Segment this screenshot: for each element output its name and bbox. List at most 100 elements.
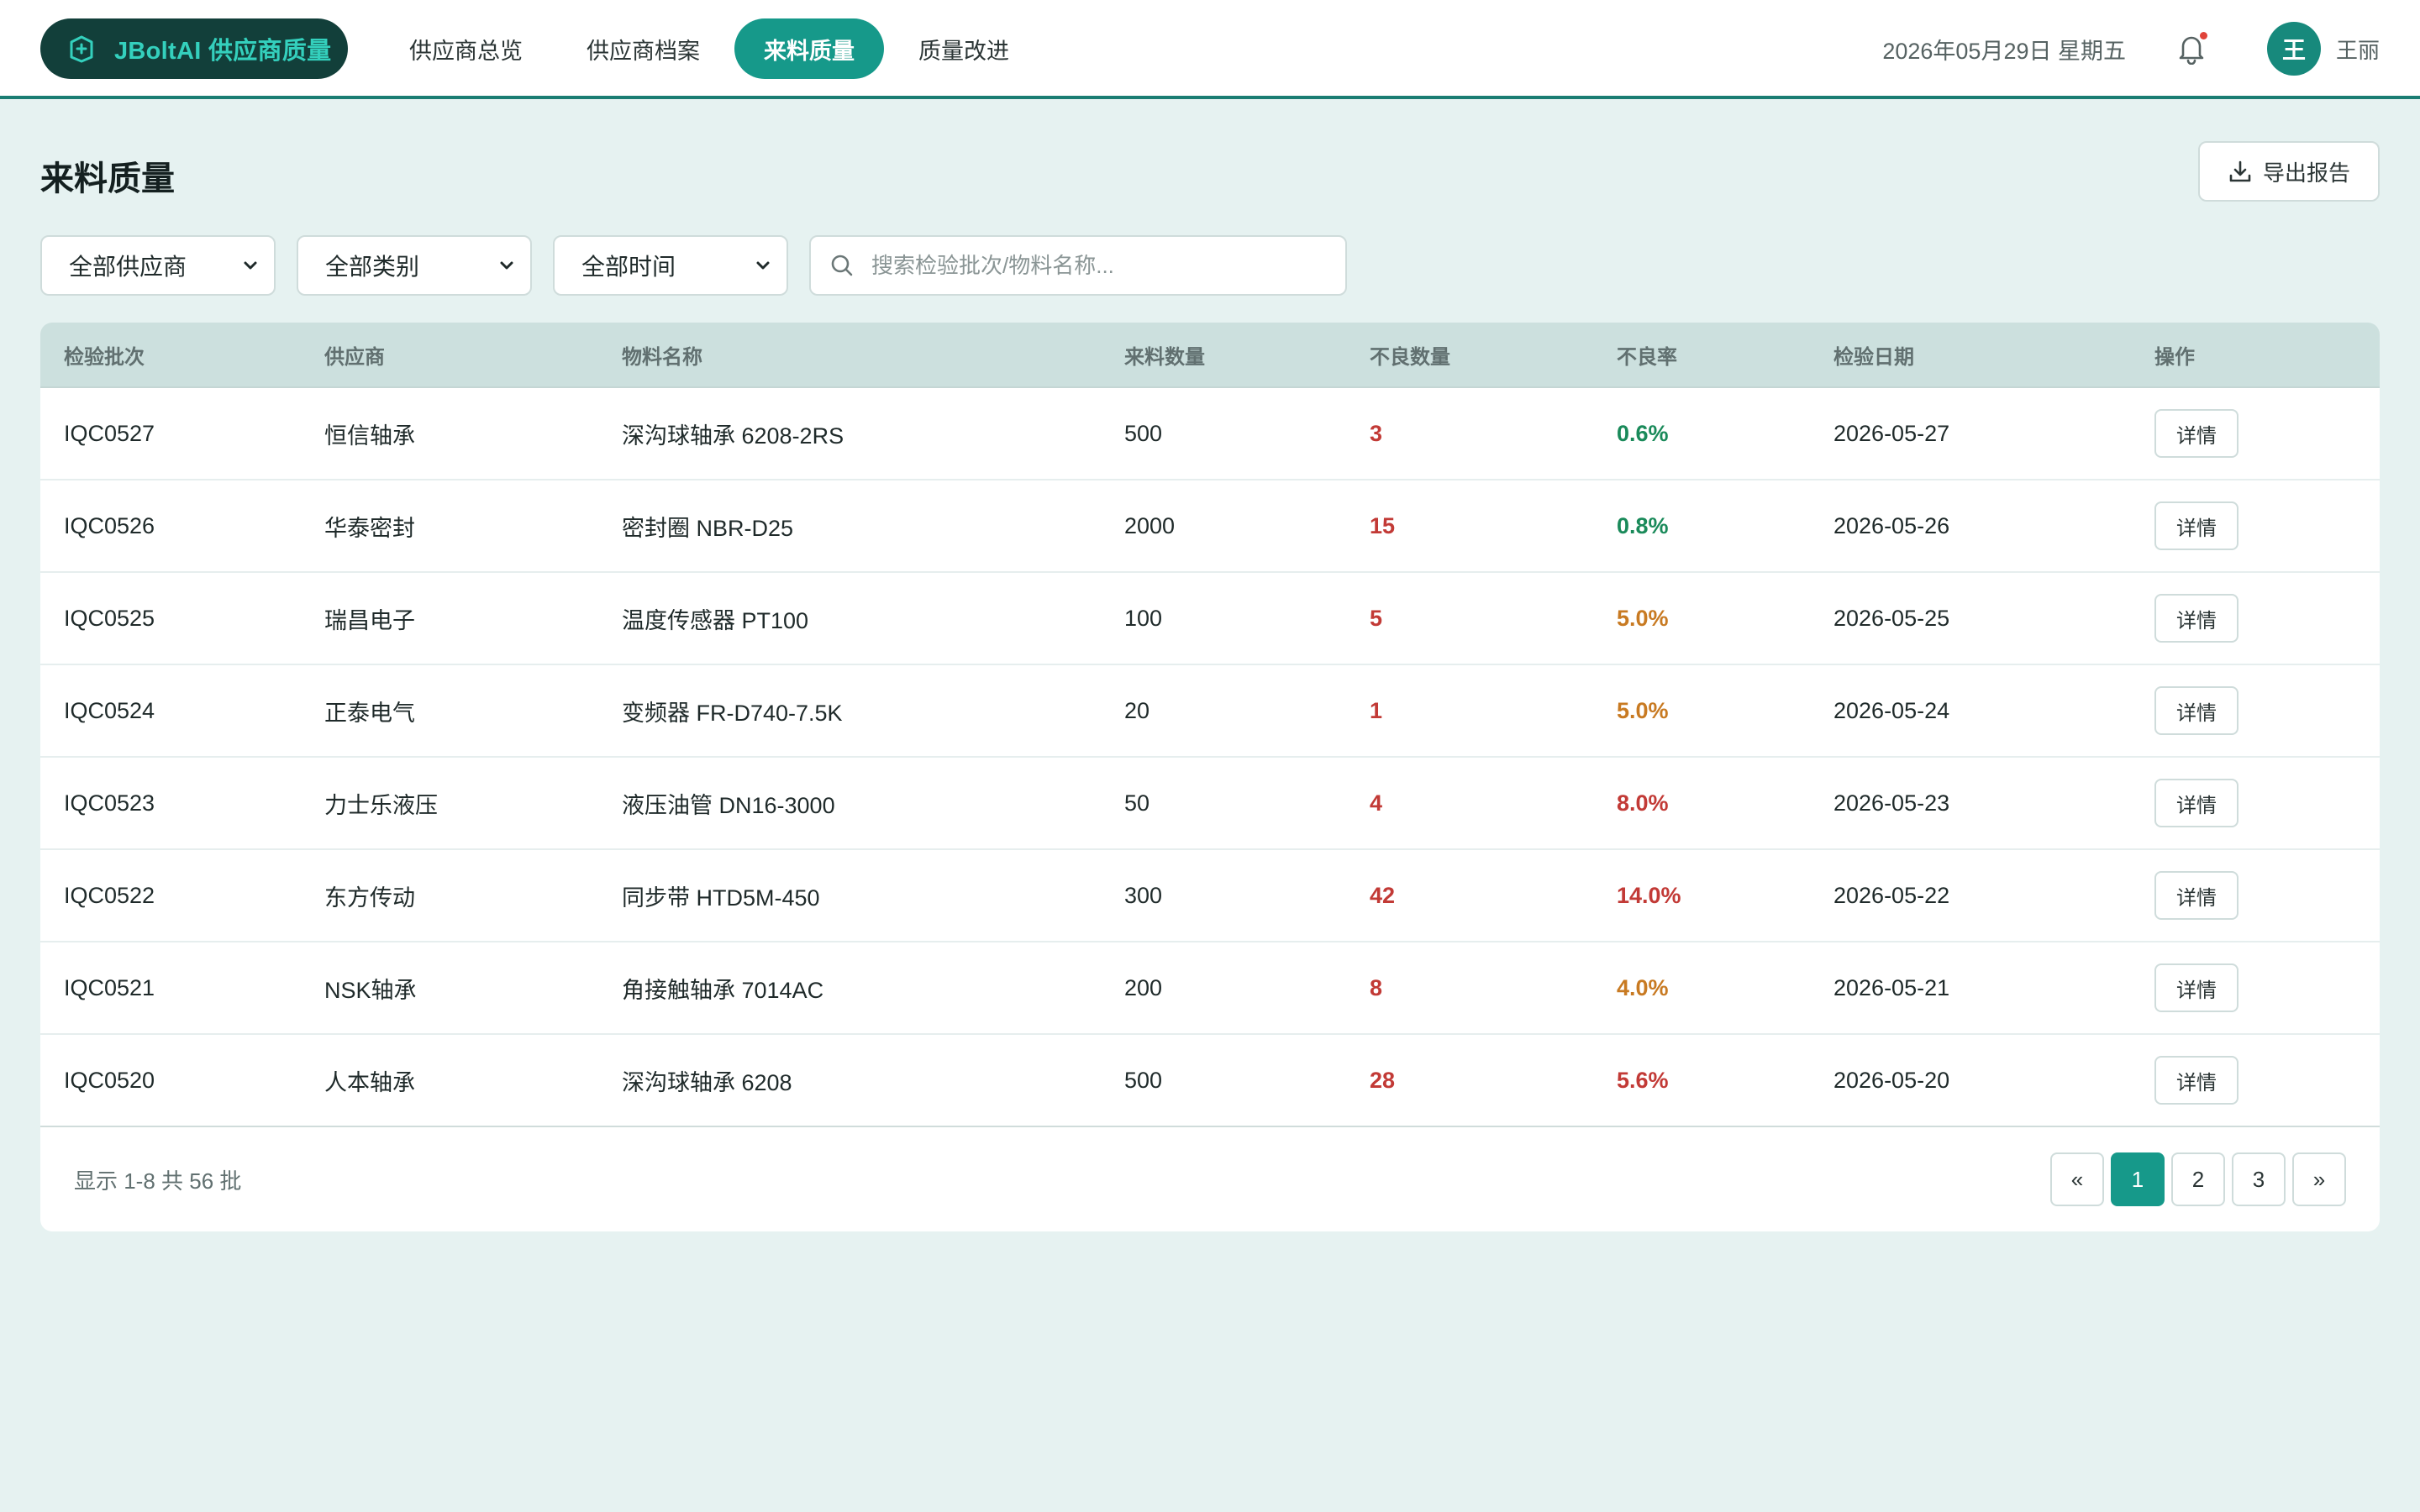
- column-header-batch[interactable]: 检验批次: [64, 340, 145, 370]
- table-row: IQC0527 恒信轴承 深沟球轴承 6208-2RS 500 3 0.6% 2…: [40, 388, 2380, 480]
- column-header-supplier[interactable]: 供应商: [324, 340, 385, 370]
- pagination: « 1 2 3 »: [2044, 1152, 2346, 1206]
- brand-logo[interactable]: JBoltAI 供应商质量: [40, 18, 348, 79]
- detail-button[interactable]: 详情: [2154, 779, 2238, 827]
- cell-defects: 42: [1370, 882, 1396, 908]
- detail-button[interactable]: 详情: [2154, 594, 2238, 643]
- cell-defect-rate: 14.0%: [1617, 882, 1681, 908]
- cell-date: 2026-05-26: [1833, 512, 1950, 538]
- detail-button[interactable]: 详情: [2154, 686, 2238, 735]
- cell-material: 深沟球轴承 6208: [622, 1069, 792, 1095]
- brand-name: JBoltAI 供应商质量: [114, 38, 332, 65]
- table-row: IQC0521 NSK轴承 角接触轴承 7014AC 200 8 4.0% 20…: [40, 942, 2380, 1035]
- cell-date: 2026-05-24: [1833, 697, 1950, 723]
- cell-material: 密封圈 NBR-D25: [622, 515, 794, 541]
- search-input[interactable]: [870, 251, 1323, 280]
- column-header-quantity[interactable]: 来料数量: [1124, 340, 1205, 370]
- cell-material: 变频器 FR-D740-7.5K: [622, 700, 843, 726]
- cell-defect-rate: 0.8%: [1617, 512, 1669, 538]
- cell-material: 温度传感器 PT100: [622, 607, 809, 633]
- notification-button[interactable]: [2173, 30, 2210, 67]
- detail-button[interactable]: 详情: [2154, 871, 2238, 920]
- main-nav: 供应商总览 供应商档案 来料质量 质量改进: [380, 18, 1044, 79]
- cell-defect-rate: 4.0%: [1617, 974, 1669, 1000]
- time-select-value: 全部时间: [581, 254, 676, 280]
- table-row: IQC0523 力士乐液压 液压油管 DN16-3000 50 4 8.0% 2…: [40, 758, 2380, 850]
- supplier-select-value: 全部供应商: [69, 254, 187, 280]
- cell-material: 液压油管 DN16-3000: [622, 792, 835, 818]
- chevron-down-icon: [244, 261, 257, 270]
- nav-item-quality-improvement[interactable]: 质量改进: [889, 18, 1039, 79]
- page-3-button[interactable]: 3: [2232, 1152, 2286, 1206]
- cell-quantity: 300: [1124, 882, 1163, 908]
- detail-button[interactable]: 详情: [2154, 501, 2238, 550]
- current-date: 2026年05月29日 星期五: [1882, 38, 2126, 64]
- cell-defects: 3: [1370, 420, 1383, 446]
- column-header-date[interactable]: 检验日期: [1833, 340, 1914, 370]
- avatar[interactable]: 王: [2266, 22, 2321, 76]
- cell-defects: 8: [1370, 974, 1383, 1000]
- cell-batch: IQC0526: [64, 512, 155, 538]
- cell-supplier: 正泰电气: [324, 700, 415, 726]
- export-report-button[interactable]: 导出报告: [2198, 141, 2380, 202]
- time-select[interactable]: 全部时间: [553, 235, 788, 296]
- chevron-down-icon: [500, 261, 513, 270]
- page-1-button[interactable]: 1: [2111, 1152, 2165, 1206]
- nav-item-supplier-overview[interactable]: 供应商总览: [380, 18, 552, 79]
- page-next-button[interactable]: »: [2292, 1152, 2346, 1206]
- download-icon: [2228, 159, 2253, 184]
- detail-button[interactable]: 详情: [2154, 1056, 2238, 1105]
- cell-supplier: 人本轴承: [324, 1069, 415, 1095]
- cell-supplier: 华泰密封: [324, 515, 415, 541]
- cell-defect-rate: 0.6%: [1617, 420, 1669, 446]
- nav-item-supplier-profiles[interactable]: 供应商档案: [557, 18, 729, 79]
- page-prev-button[interactable]: «: [2050, 1152, 2104, 1206]
- category-select[interactable]: 全部类别: [297, 235, 532, 296]
- search-icon: [831, 255, 853, 276]
- pagination-summary: 显示 1-8 共 56 批: [74, 1168, 242, 1194]
- category-select-value: 全部类别: [325, 254, 420, 280]
- notification-dot: [2199, 32, 2207, 39]
- cell-date: 2026-05-27: [1833, 420, 1950, 446]
- detail-button[interactable]: 详情: [2154, 963, 2238, 1012]
- cell-material: 角接触轴承 7014AC: [622, 977, 824, 1003]
- cell-batch: IQC0524: [64, 697, 155, 723]
- table-row: IQC0524 正泰电气 变频器 FR-D740-7.5K 20 1 5.0% …: [40, 665, 2380, 758]
- column-header-defects[interactable]: 不良数量: [1370, 340, 1450, 370]
- cell-defects: 5: [1370, 605, 1383, 631]
- column-header-material[interactable]: 物料名称: [622, 340, 702, 370]
- table-footer: 显示 1-8 共 56 批 « 1 2 3 »: [40, 1127, 2380, 1230]
- cell-defects: 28: [1370, 1067, 1396, 1093]
- cell-date: 2026-05-21: [1833, 974, 1950, 1000]
- cell-batch: IQC0522: [64, 882, 155, 908]
- cell-batch: IQC0520: [64, 1067, 155, 1093]
- cell-quantity: 500: [1124, 1067, 1163, 1093]
- cell-quantity: 200: [1124, 974, 1163, 1000]
- cell-quantity: 100: [1124, 605, 1163, 631]
- table-row: IQC0526 华泰密封 密封圈 NBR-D25 2000 15 0.8% 20…: [40, 480, 2380, 573]
- column-header-defect-rate[interactable]: 不良率: [1617, 340, 1677, 370]
- nav-item-incoming-quality[interactable]: 来料质量: [734, 18, 884, 79]
- cell-supplier: 力士乐液压: [324, 792, 438, 818]
- search-box: [809, 235, 1347, 296]
- cell-batch: IQC0523: [64, 790, 155, 816]
- cell-date: 2026-05-20: [1833, 1067, 1950, 1093]
- detail-button[interactable]: 详情: [2154, 409, 2238, 458]
- cell-material: 深沟球轴承 6208-2RS: [622, 423, 844, 449]
- box-plus-icon: [66, 33, 97, 65]
- user-name[interactable]: 王丽: [2336, 34, 2380, 65]
- page-title: 来料质量: [40, 160, 175, 197]
- inspection-table-card: 检验批次 供应商 物料名称 来料数量 不良数量 不良率 检验日期 操作 IQC0…: [40, 323, 2380, 1231]
- cell-defects: 15: [1370, 512, 1396, 538]
- table-row: IQC0522 东方传动 同步带 HTD5M-450 300 42 14.0% …: [40, 850, 2380, 942]
- supplier-select[interactable]: 全部供应商: [40, 235, 276, 296]
- filter-bar: 全部供应商 全部类别 全部时间: [40, 235, 1347, 296]
- cell-defect-rate: 5.0%: [1617, 605, 1669, 631]
- cell-supplier: 东方传动: [324, 885, 415, 911]
- table-body: IQC0527 恒信轴承 深沟球轴承 6208-2RS 500 3 0.6% 2…: [40, 388, 2380, 1127]
- top-navigation-bar: JBoltAI 供应商质量 供应商总览 供应商档案 来料质量 质量改进 2026…: [0, 0, 2420, 99]
- cell-defects: 1: [1370, 697, 1383, 723]
- page-2-button[interactable]: 2: [2171, 1152, 2225, 1206]
- cell-date: 2026-05-23: [1833, 790, 1950, 816]
- cell-quantity: 50: [1124, 790, 1150, 816]
